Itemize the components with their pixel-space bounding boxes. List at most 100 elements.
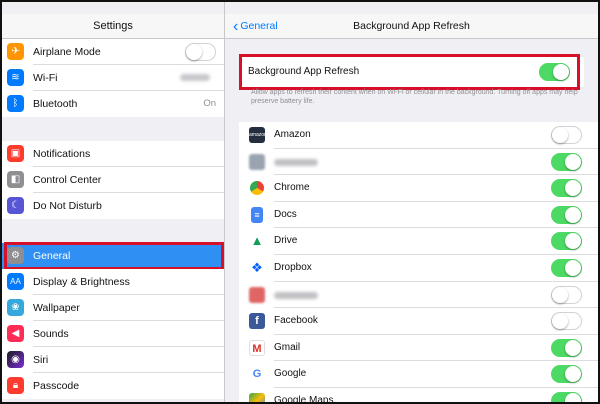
- blurred-app-name: [274, 158, 318, 166]
- sidebar-item-do-not-disturb[interactable]: ☾ Do Not Disturb: [2, 193, 224, 219]
- highlight-box-general: [4, 242, 224, 270]
- docs-toggle[interactable]: [551, 205, 582, 224]
- bluetooth-icon: ᛒ: [7, 95, 24, 112]
- toggle-knob: [552, 313, 568, 330]
- detail-pane: ‹ General Background App Refresh Backgrou…: [225, 2, 598, 402]
- blurred-network-name: [180, 74, 210, 81]
- bluetooth-status: On: [203, 98, 216, 109]
- list-item-gmail[interactable]: M Gmail: [239, 334, 598, 362]
- dropbox-toggle[interactable]: [551, 258, 582, 277]
- sidebar-item-control-center[interactable]: ◧ Control Center: [2, 167, 224, 193]
- ipad-screen: iPad Settings ✈ Airplane Mode ≋ Wi-Fi ᛒ …: [0, 0, 600, 404]
- toggle-knob: [565, 339, 581, 356]
- sidebar-item-label: Siri: [33, 354, 49, 366]
- blurred-app-name: [274, 291, 318, 299]
- sidebar-item-label: Display & Brightness: [33, 276, 130, 288]
- toggle-knob: [552, 286, 568, 303]
- display-icon: AA: [7, 273, 24, 290]
- sidebar-item-notifications[interactable]: ▣ Notifications: [2, 141, 224, 167]
- wallpaper-icon: ❀: [7, 299, 24, 316]
- toggle-knob: [565, 259, 581, 276]
- app-list: amazon Amazon Chrome ≡ Docs ▲ Drive ❖ Dr…: [239, 122, 598, 404]
- highlight-box-main-toggle: [239, 54, 580, 90]
- app-label: Facebook: [274, 315, 318, 327]
- blurred-app-toggle[interactable]: [551, 285, 582, 304]
- toggle-knob: [565, 392, 581, 402]
- sidebar-item-sounds[interactable]: ◀ Sounds: [2, 321, 224, 347]
- dropbox-icon: ❖: [251, 259, 263, 275]
- toggle-knob: [565, 153, 581, 170]
- sidebar-item-airplane-mode[interactable]: ✈ Airplane Mode: [2, 39, 224, 65]
- list-item-drive[interactable]: ▲ Drive: [239, 228, 598, 255]
- chrome-toggle[interactable]: [551, 179, 582, 198]
- list-item-blurred-app[interactable]: [239, 148, 598, 176]
- page-title: Background App Refresh: [353, 20, 470, 32]
- google-maps-toggle[interactable]: [551, 391, 582, 402]
- list-item-dropbox[interactable]: ❖ Dropbox: [239, 254, 598, 282]
- list-item-google[interactable]: G Google: [239, 361, 598, 388]
- list-item-amazon[interactable]: amazon Amazon: [239, 122, 598, 149]
- list-item-google-maps[interactable]: Google Maps: [239, 387, 598, 404]
- app-label: Docs: [274, 208, 297, 220]
- google-toggle[interactable]: [551, 365, 582, 384]
- gmail-toggle[interactable]: [551, 338, 582, 357]
- app-label: Google: [274, 368, 307, 380]
- amazon-icon: amazon: [249, 127, 267, 143]
- control-center-icon: ◧: [7, 171, 24, 188]
- toggle-knob: [565, 206, 581, 223]
- settings-title: Settings: [2, 14, 224, 39]
- list-item-blurred-app[interactable]: [239, 281, 598, 309]
- sidebar-item-label: Airplane Mode: [33, 46, 101, 58]
- navigation-bar: ‹ General Background App Refresh: [225, 14, 598, 39]
- list-item-facebook[interactable]: f Facebook: [239, 308, 598, 335]
- gmail-icon: M: [249, 339, 265, 356]
- app-label: Gmail: [274, 341, 301, 353]
- drive-icon: ▲: [250, 233, 264, 249]
- toggle-knob: [565, 366, 581, 383]
- app-label: Drive: [274, 235, 298, 247]
- list-item-chrome[interactable]: Chrome: [239, 175, 598, 202]
- sidebar-item-label: Bluetooth: [33, 98, 78, 110]
- sidebar-item-label: Notifications: [33, 148, 91, 160]
- sidebar-item-label: Control Center: [33, 174, 102, 186]
- sounds-icon: ◀: [7, 325, 24, 342]
- sidebar-item-label: Do Not Disturb: [33, 200, 102, 212]
- sidebar-item-label: Wi-Fi: [33, 72, 58, 84]
- google-maps-icon: [249, 392, 265, 402]
- google-icon: G: [249, 366, 265, 383]
- toggle-knob: [552, 127, 568, 143]
- list-item-docs[interactable]: ≡ Docs: [239, 201, 598, 229]
- notifications-icon: ▣: [7, 145, 24, 162]
- app-label: Chrome: [274, 182, 310, 194]
- toggle-knob: [565, 180, 581, 197]
- sidebar-item-label: Passcode: [33, 380, 80, 392]
- toggle-knob: [565, 233, 581, 250]
- sidebar-item-label: Wallpaper: [33, 302, 80, 314]
- docs-icon: ≡: [251, 206, 263, 223]
- blurred-app-icon: [249, 286, 265, 303]
- drive-toggle[interactable]: [551, 232, 582, 251]
- sidebar-item-wifi[interactable]: ≋ Wi-Fi: [2, 65, 224, 91]
- siri-icon: ◉: [7, 351, 24, 368]
- sidebar-item-passcode[interactable]: 🔒︎ Passcode: [2, 373, 224, 399]
- airplane-mode-toggle[interactable]: [185, 43, 216, 61]
- sidebar-item-siri[interactable]: ◉ Siri: [2, 347, 224, 373]
- sidebar-item-bluetooth[interactable]: ᛒ Bluetooth On: [2, 91, 224, 117]
- blurred-app-toggle[interactable]: [551, 152, 582, 171]
- airplane-icon: ✈: [7, 43, 24, 60]
- settings-sidebar: Settings ✈ Airplane Mode ≋ Wi-Fi ᛒ Bluet…: [2, 2, 225, 402]
- moon-icon: ☾: [7, 197, 24, 214]
- wifi-icon: ≋: [7, 69, 24, 86]
- sidebar-item-label: Sounds: [33, 328, 69, 340]
- blurred-app-icon: [249, 153, 265, 170]
- toggle-knob: [186, 44, 202, 60]
- app-label: Amazon: [274, 129, 311, 140]
- app-label: Google Maps: [274, 394, 334, 404]
- footnote-text: Allow apps to refresh their content when…: [251, 89, 578, 105]
- app-label: Dropbox: [274, 261, 312, 273]
- sidebar-item-display-brightness[interactable]: AA Display & Brightness: [2, 269, 224, 295]
- amazon-toggle[interactable]: [551, 126, 582, 144]
- sidebar-item-wallpaper[interactable]: ❀ Wallpaper: [2, 295, 224, 321]
- lock-icon: 🔒︎: [7, 377, 24, 394]
- facebook-toggle[interactable]: [551, 312, 582, 331]
